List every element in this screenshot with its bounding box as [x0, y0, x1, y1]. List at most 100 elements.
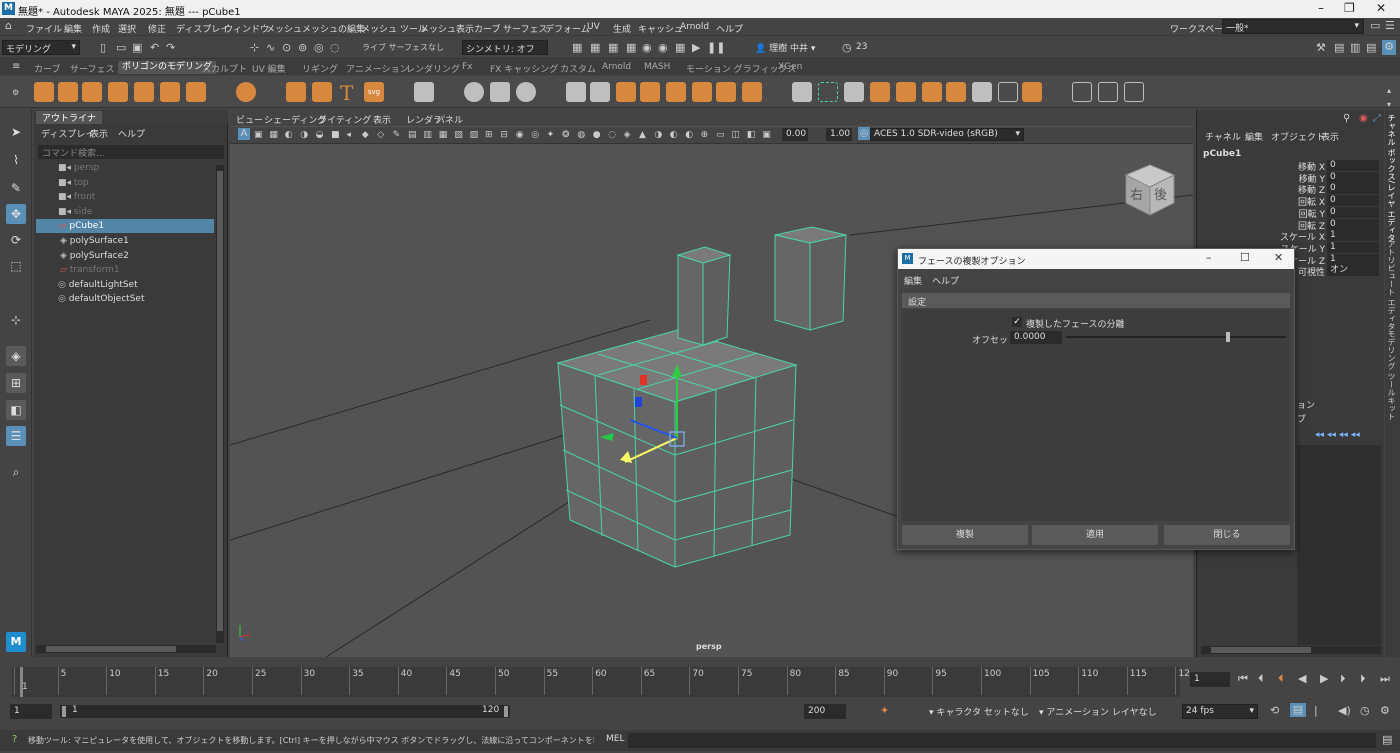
shelf-tab[interactable]: サーフェス: [70, 62, 114, 75]
channel-attr-value[interactable]: 0: [1327, 160, 1379, 171]
offset-input[interactable]: 0.0000: [1010, 331, 1062, 344]
close-icon[interactable]: ✕: [1376, 1, 1386, 15]
menu-item[interactable]: 編集: [64, 22, 82, 35]
range-start-handle[interactable]: [62, 706, 66, 717]
auto-key-icon[interactable]: ✦: [880, 704, 889, 718]
lasso-tool-icon[interactable]: ⌇: [6, 150, 26, 170]
menu-item[interactable]: メッシュ表示: [420, 22, 474, 35]
menu-item[interactable]: UV: [587, 22, 600, 32]
modeling-toolkit-icon[interactable]: ⚒: [1316, 41, 1326, 55]
home-icon[interactable]: ⌂: [5, 19, 12, 33]
separate-faces-checkbox[interactable]: ✓: [1012, 317, 1022, 327]
triangulate-icon[interactable]: [742, 82, 762, 102]
snap-grid-icon[interactable]: ⊹: [250, 41, 259, 55]
uv-editor-icon[interactable]: [1098, 82, 1118, 102]
timeline-current-frame-marker[interactable]: [20, 667, 23, 697]
outliner-item[interactable]: ◎ defaultObjectSet: [36, 292, 214, 306]
viewport-tool-icon[interactable]: ❂: [562, 128, 570, 142]
dialog-close-icon[interactable]: ✕: [1274, 251, 1283, 264]
workspace-dropdown[interactable]: 一般* ▾: [1222, 19, 1364, 34]
render-frame-icon[interactable]: ▦: [590, 41, 600, 55]
channel-box-icon-1[interactable]: ⚲: [1343, 112, 1350, 126]
outliner-menu-display[interactable]: ディスプレイ: [41, 127, 94, 140]
snap-surface-icon[interactable]: ◎: [314, 41, 324, 55]
outliner-layout-icon[interactable]: ◧: [6, 400, 26, 420]
outliner-item[interactable]: ■◂ side: [36, 205, 214, 219]
snap-point-icon[interactable]: ⊙: [282, 41, 291, 55]
planar-mapping-icon[interactable]: [1124, 82, 1144, 102]
viewport-tool-icon[interactable]: ▲: [639, 128, 646, 142]
move-tool-icon[interactable]: ✥: [6, 204, 26, 224]
view-transform-icon[interactable]: ◎: [858, 127, 870, 140]
close-button[interactable]: 閉じる: [1164, 525, 1290, 545]
outliner-item[interactable]: ◈ polySurface1: [36, 234, 214, 248]
select-camera-icon[interactable]: A: [238, 128, 250, 140]
super-shape-icon[interactable]: [286, 82, 306, 102]
viewport-tool-icon[interactable]: ▣: [762, 128, 771, 142]
outliner-item[interactable]: ◎ defaultLightSet: [36, 278, 214, 292]
layer-list[interactable]: [1297, 445, 1381, 645]
channel-menu-channels[interactable]: チャネル: [1205, 130, 1241, 143]
layer-icons[interactable]: ◂◂ ◂◂ ◂◂ ◂◂: [1315, 428, 1360, 442]
poly-cone-icon[interactable]: [108, 82, 128, 102]
shelf-tab[interactable]: Fx: [462, 62, 473, 72]
playback-speed-icon[interactable]: ◷: [1360, 704, 1370, 718]
menu-item[interactable]: デフォーム: [545, 22, 590, 35]
render-settings-icon[interactable]: ▦: [572, 41, 582, 55]
fill-hole-icon[interactable]: [716, 82, 736, 102]
viewport-tool-icon[interactable]: ◂: [346, 128, 351, 142]
shelf-tab[interactable]: リギング: [302, 62, 338, 75]
shelf-tab[interactable]: レンダリング: [406, 62, 460, 75]
viewport-tool-icon[interactable]: ◐: [685, 128, 693, 142]
animation-end-field[interactable]: 200: [804, 704, 846, 719]
outliner-scrollbar[interactable]: [216, 165, 224, 643]
menu-item[interactable]: ディスプレイ: [176, 22, 229, 35]
viewport-tool-icon[interactable]: ◧: [747, 128, 756, 142]
channel-menu-object[interactable]: オブジェクト: [1271, 130, 1325, 143]
menu-item[interactable]: サーフェス: [503, 22, 547, 35]
menu-item[interactable]: Arnold: [680, 22, 709, 32]
color-space-dropdown[interactable]: ACES 1.0 SDR-video (sRGB) ▾: [870, 128, 1024, 141]
viewport-menu-item[interactable]: 表示: [373, 113, 391, 126]
viewcube[interactable]: 右 後: [1124, 164, 1176, 216]
live-surface-label[interactable]: ライブ サーフェスなし: [362, 42, 444, 53]
insert-edge-loop-icon[interactable]: [896, 82, 916, 102]
last-tool-icon[interactable]: ⊹: [6, 310, 26, 330]
outliner-tab[interactable]: アウトライナ: [36, 111, 102, 124]
loop-icon[interactable]: ⟲: [1270, 704, 1279, 718]
workspace-menu-icon[interactable]: ☰: [1385, 19, 1395, 33]
poly-cube-icon[interactable]: [58, 82, 78, 102]
channel-attr-row[interactable]: 回転 X0: [1257, 195, 1381, 208]
channel-attr-row[interactable]: 移動 Y0: [1257, 171, 1381, 185]
multi-cut-icon[interactable]: [922, 82, 942, 102]
channel-attr-row[interactable]: 移動 X0: [1257, 160, 1381, 173]
menu-item[interactable]: カーブ: [474, 22, 500, 35]
remesh-icon[interactable]: [666, 82, 686, 102]
menu-item[interactable]: メッシュの編集: [302, 22, 365, 35]
circularize-icon[interactable]: [998, 82, 1018, 102]
shelf-options-icon[interactable]: ⚙: [12, 86, 19, 100]
channel-attr-value[interactable]: 0: [1327, 206, 1379, 218]
command-line-input[interactable]: [628, 733, 1376, 748]
play-forwards-icon[interactable]: ▶: [1320, 672, 1328, 686]
viewport-tool-icon[interactable]: ◑: [654, 128, 662, 142]
ipr-render-icon[interactable]: ▦: [608, 41, 618, 55]
viewport-tool-icon[interactable]: ◌: [608, 128, 616, 142]
viewport-tool-icon[interactable]: ✎: [393, 128, 401, 142]
user-account-dropdown[interactable]: 👤 理樹 中井 ▾: [752, 40, 842, 55]
menu-item[interactable]: キャッシュ: [638, 22, 683, 35]
channel-box-icon-2[interactable]: ◉: [1359, 112, 1368, 126]
outliner-menu-show[interactable]: 表示: [90, 127, 108, 140]
shelf-tab[interactable]: XGen: [778, 62, 802, 72]
step-back-frame-icon[interactable]: ⏴: [1278, 672, 1284, 686]
bridge-icon[interactable]: [844, 82, 864, 102]
separate-icon[interactable]: [490, 82, 510, 102]
snap-view-icon[interactable]: ⊚: [298, 41, 307, 55]
rotate-tool-icon[interactable]: ⟳: [6, 230, 26, 250]
viewport-menu-item[interactable]: ビュー: [236, 113, 263, 126]
shelf-menu-icon[interactable]: ≡: [12, 60, 20, 74]
viewport-tool-icon[interactable]: ◑: [300, 128, 308, 142]
paint-select-icon[interactable]: ✎: [6, 178, 26, 198]
channel-attr-value[interactable]: オン: [1327, 265, 1379, 277]
fps-dropdown[interactable]: 24 fps ▾: [1182, 704, 1258, 719]
